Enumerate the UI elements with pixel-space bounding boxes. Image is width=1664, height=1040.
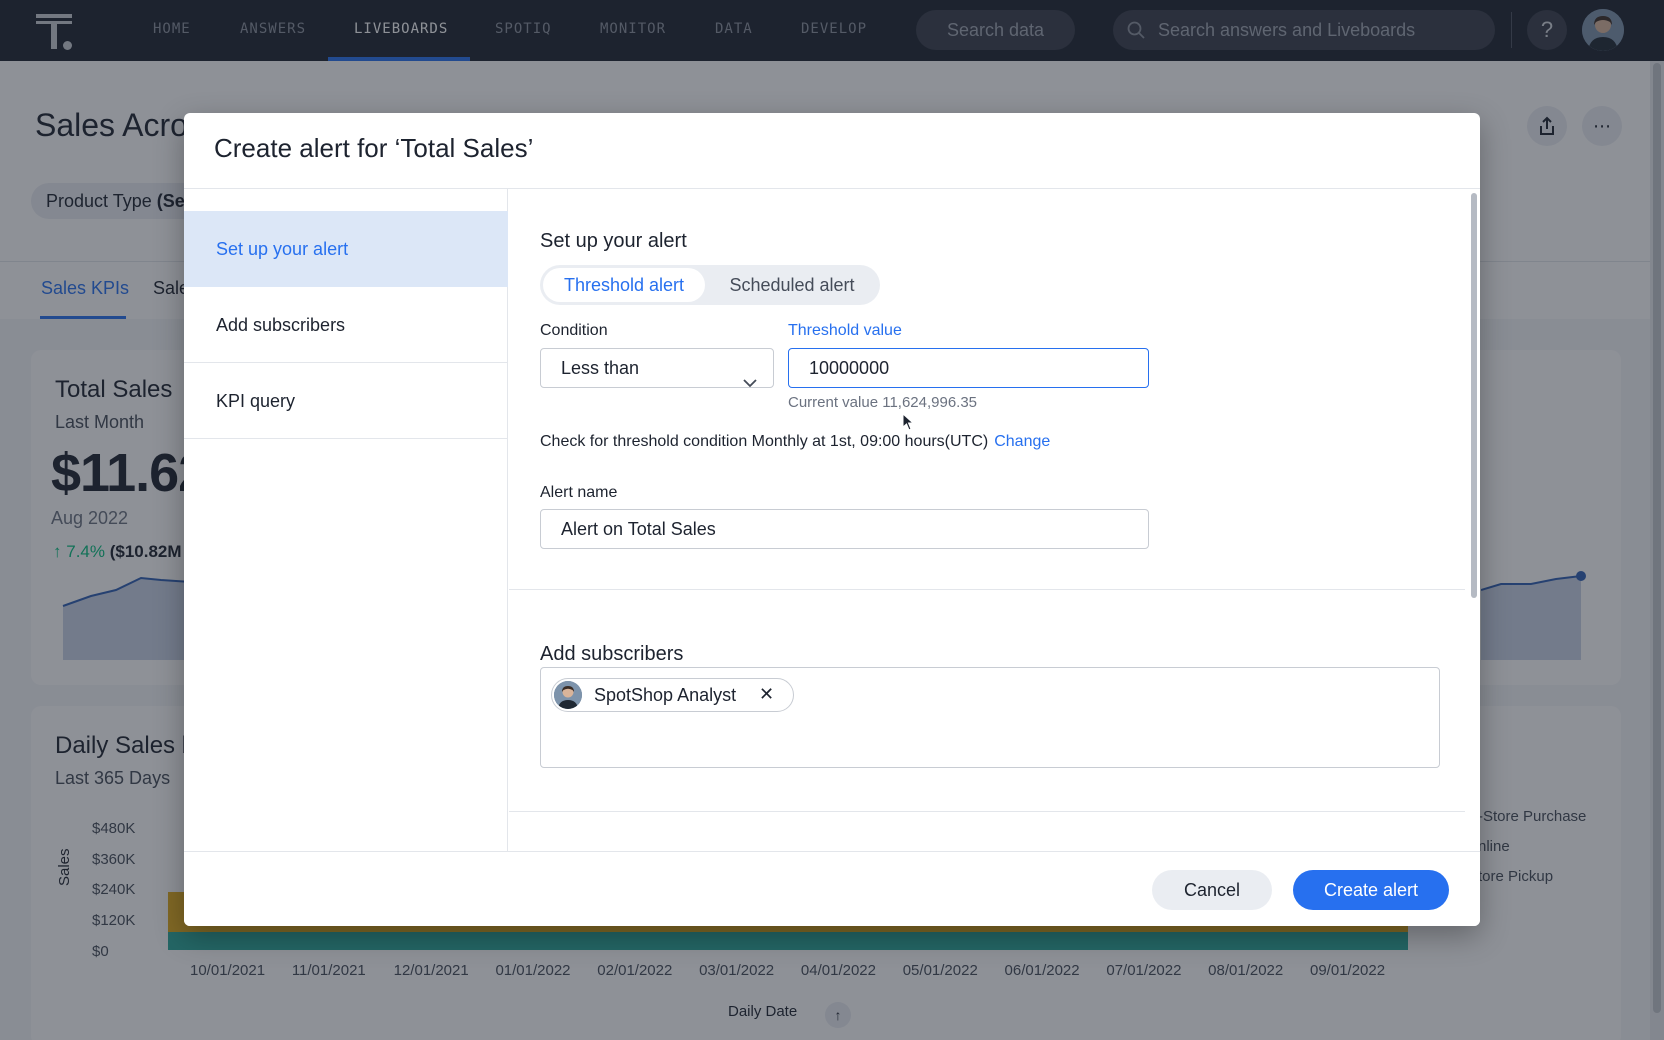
dialog-title: Create alert for ‘Total Sales’ xyxy=(214,133,534,163)
alert-type-toggle: Threshold alert Scheduled alert xyxy=(540,265,880,305)
cancel-button[interactable]: Cancel xyxy=(1152,870,1272,910)
dialog-side-nav: Set up your alert Add subscribers KPI qu… xyxy=(184,189,508,851)
subscriber-chip: SpotShop Analyst ✕ xyxy=(551,678,794,712)
condition-label: Condition xyxy=(540,322,608,339)
dialog-content: Set up your alert Threshold alert Schedu… xyxy=(509,189,1465,851)
threshold-value-label: Threshold value xyxy=(788,322,902,339)
side-item-set-up-alert[interactable]: Set up your alert xyxy=(184,211,508,287)
threshold-alert-option[interactable]: Threshold alert xyxy=(543,268,705,302)
dialog-scrollbar-thumb[interactable] xyxy=(1471,193,1477,598)
subscriber-avatar xyxy=(554,681,582,709)
current-value-hint: Current value 11,624,996.35 xyxy=(788,394,978,411)
side-item-kpi-query[interactable]: KPI query xyxy=(184,363,508,439)
setup-section-title: Set up your alert xyxy=(540,230,687,252)
mouse-cursor-icon xyxy=(902,412,915,436)
create-alert-dialog: Create alert for ‘Total Sales’ Set up yo… xyxy=(184,113,1480,926)
create-alert-button[interactable]: Create alert xyxy=(1293,870,1449,910)
dialog-footer: Cancel Create alert xyxy=(184,851,1480,926)
section-divider xyxy=(509,811,1465,812)
side-item-add-subscribers[interactable]: Add subscribers xyxy=(184,287,508,363)
alert-name-label: Alert name xyxy=(540,484,618,501)
scheduled-alert-option[interactable]: Scheduled alert xyxy=(708,268,876,302)
section-divider xyxy=(509,589,1465,590)
threshold-value-input[interactable] xyxy=(788,348,1149,388)
subscribers-input-box[interactable]: SpotShop Analyst ✕ xyxy=(540,667,1440,768)
change-schedule-link[interactable]: Change xyxy=(994,433,1050,450)
alert-name-input[interactable] xyxy=(540,509,1149,549)
subscribers-section-title: Add subscribers xyxy=(540,643,684,665)
remove-subscriber-icon[interactable]: ✕ xyxy=(759,684,774,705)
chevron-down-icon xyxy=(743,363,757,401)
check-schedule-text: Check for threshold condition Monthly at… xyxy=(540,433,1051,450)
condition-select[interactable]: Less than xyxy=(540,348,774,388)
